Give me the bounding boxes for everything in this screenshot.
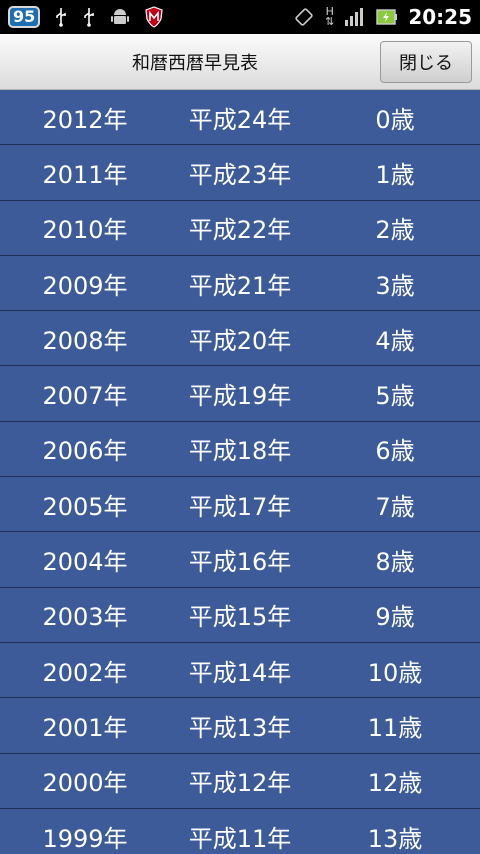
close-button[interactable]: 閉じる <box>380 41 472 83</box>
japanese-era-year: 平成24年 <box>188 105 292 134</box>
list-item[interactable]: 2009年 平成21年 3歳 <box>0 256 480 312</box>
japanese-era-year: 平成18年 <box>188 437 292 466</box>
age: 8歳 <box>375 548 415 577</box>
title-bar: 和暦西暦早見表 閉じる <box>0 34 480 90</box>
usb-debug-icon <box>82 7 96 27</box>
japanese-era-year: 平成16年 <box>188 548 292 577</box>
auto-rotate-icon <box>293 6 315 28</box>
japanese-era-year: 平成17年 <box>188 492 292 521</box>
status-time: 20:25 <box>408 5 472 29</box>
age: 10歳 <box>367 658 423 687</box>
japanese-era-year: 平成19年 <box>188 382 292 411</box>
western-year: 2001年 <box>42 713 128 742</box>
japanese-era-year: 平成12年 <box>188 769 292 798</box>
western-year: 2003年 <box>42 603 128 632</box>
western-year: 1999年 <box>42 824 128 853</box>
age: 3歳 <box>375 271 415 300</box>
page-title: 和暦西暦早見表 <box>132 53 258 74</box>
network-type-icon: H ⇅ <box>325 5 335 28</box>
list-item[interactable]: 2007年 平成19年 5歳 <box>0 366 480 422</box>
age: 13歳 <box>367 824 423 853</box>
western-year: 2004年 <box>42 548 128 577</box>
western-year: 2006年 <box>42 437 128 466</box>
japanese-era-year: 平成22年 <box>188 216 292 245</box>
age: 7歳 <box>375 492 415 521</box>
list-item[interactable]: 2006年 平成18年 6歳 <box>0 422 480 478</box>
western-year: 2012年 <box>42 105 128 134</box>
age: 4歳 <box>375 326 415 355</box>
western-year: 2000年 <box>42 769 128 798</box>
android-icon <box>110 7 130 27</box>
japanese-era-year: 平成11年 <box>188 824 292 853</box>
list-item[interactable]: 2003年 平成15年 9歳 <box>0 588 480 643</box>
japanese-era-year: 平成14年 <box>188 658 292 687</box>
western-year: 2002年 <box>42 658 128 687</box>
japanese-era-year: 平成23年 <box>188 160 292 189</box>
usb-icon <box>54 7 68 27</box>
list-item[interactable]: 2002年 平成14年 10歳 <box>0 643 480 699</box>
era-conversion-list[interactable]: 2012年 平成24年 0歳 2011年 平成23年 1歳 2010年 平成22年 2歳 2009… <box>0 90 480 854</box>
japanese-era-year: 平成15年 <box>188 603 292 632</box>
age: 1歳 <box>375 160 415 189</box>
japanese-era-year: 平成21年 <box>188 271 292 300</box>
notification-count-badge: 95 <box>8 6 41 28</box>
signal-strength-icon <box>344 7 366 27</box>
japanese-era-year: 平成13年 <box>188 713 292 742</box>
status-bar-system: H ⇅ 20:25 <box>293 5 480 29</box>
list-item[interactable]: 2010年 平成22年 2歳 <box>0 201 480 256</box>
list-item[interactable]: 2004年 平成16年 8歳 <box>0 532 480 588</box>
battery-charging-icon <box>376 8 398 26</box>
list-item[interactable]: 2005年 平成17年 7歳 <box>0 477 480 533</box>
security-shield-icon <box>144 6 164 28</box>
list-item[interactable]: 2008年 平成20年 4歳 <box>0 311 480 367</box>
list-item[interactable]: 2011年 平成23年 1歳 <box>0 145 480 201</box>
western-year: 2007年 <box>42 382 128 411</box>
status-bar-notifications: 95 <box>0 6 164 28</box>
status-bar: 95 H ⇅ 20:25 <box>0 0 480 34</box>
age: 0歳 <box>375 105 415 134</box>
western-year: 2010年 <box>42 216 128 245</box>
age: 11歳 <box>367 713 423 742</box>
western-year: 2005年 <box>42 492 128 521</box>
list-item[interactable]: 2000年 平成12年 12歳 <box>0 754 480 809</box>
age: 9歳 <box>375 603 415 632</box>
list-item[interactable]: 2012年 平成24年 0歳 <box>0 90 480 146</box>
japanese-era-year: 平成20年 <box>188 326 292 355</box>
list-item[interactable]: 2001年 平成13年 11歳 <box>0 698 480 754</box>
age: 6歳 <box>375 437 415 466</box>
age: 5歳 <box>375 382 415 411</box>
western-year: 2009年 <box>42 271 128 300</box>
list-item[interactable]: 1999年 平成11年 13歳 <box>0 809 480 854</box>
age: 2歳 <box>375 216 415 245</box>
age: 12歳 <box>367 769 423 798</box>
western-year: 2008年 <box>42 326 128 355</box>
western-year: 2011年 <box>42 160 128 189</box>
